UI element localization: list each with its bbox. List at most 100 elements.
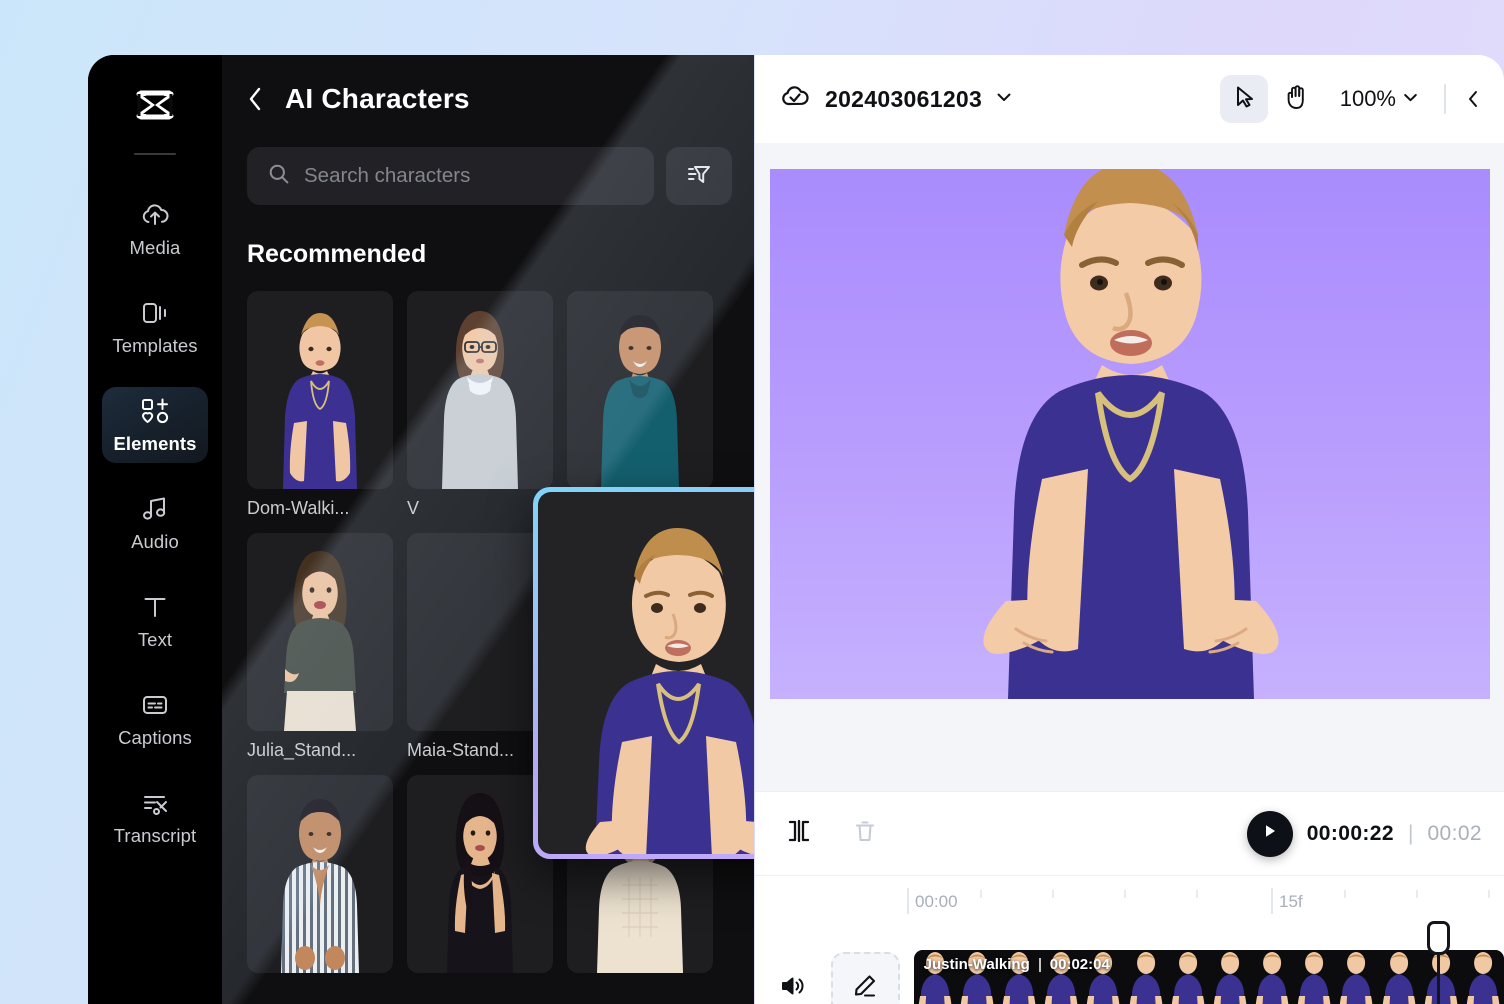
ruler-label: 00:00 [915,892,958,911]
speaker-icon [779,974,805,1003]
music-note-icon [140,494,170,524]
timeline-track-area: Justin-Walking 00:02:04 [755,921,1504,1004]
clip-duration: 00:02:04 [1049,956,1110,973]
chevron-left-icon[interactable] [247,86,263,112]
topbar-overflow-button[interactable] [1466,87,1480,111]
time-separator: | [1407,821,1414,845]
ruler-minor-tick [1416,890,1418,898]
character-thumbnail [247,291,393,489]
chevron-down-icon [1403,90,1418,108]
current-time: 00:00:22 [1306,821,1394,845]
transcript-icon [140,788,170,818]
character-card[interactable]: Maia-Stand... [407,533,553,761]
filmstrip-frame [1166,950,1209,1004]
search-row [244,147,732,205]
character-card[interactable] [407,775,553,982]
character-card[interactable] [567,291,713,519]
hand-tool-button[interactable] [1272,75,1320,123]
character-label: V [407,498,420,518]
editor-topbar: 202403061203 100% [755,55,1504,143]
cloud-upload-icon [140,200,170,230]
zoom-selector[interactable]: 100% [1340,86,1418,112]
sidebar-item-label: Transcript [113,824,197,846]
ruler-minor-tick [1196,890,1198,898]
templates-icon [140,298,170,328]
play-button[interactable] [1246,810,1293,857]
character-label: Maia-Stand... [407,740,515,760]
filter-button[interactable] [666,147,732,205]
sidebar-item-text[interactable]: Text [102,583,208,659]
preview-stage [755,143,1504,791]
playhead-handle[interactable] [1427,921,1450,955]
timeline-ruler[interactable]: 00:00 15f [755,875,1504,923]
cloud-check-icon [779,84,811,115]
rail-divider [134,153,176,155]
playback-controls: 00:00:22 | 00:02 [1246,810,1482,857]
filmstrip-frame [1124,950,1167,1004]
total-time: 00:02 [1427,821,1482,845]
sidebar-item-transcript[interactable]: Transcript [102,779,208,855]
hand-icon [1284,84,1308,115]
character-thumbnail [247,533,393,731]
chevron-down-icon[interactable] [996,90,1012,108]
select-tool-button[interactable] [1219,75,1268,123]
sidebar-item-templates[interactable]: Templates [102,289,208,365]
filmstrip-frame [1461,950,1504,1004]
sidebar-item-elements[interactable]: Elements [102,387,208,463]
trash-icon [853,818,877,849]
section-title: Recommended [247,240,427,268]
ruler-label: 15f [1279,892,1303,911]
panel-header: AI Characters [244,55,732,115]
project-selector[interactable]: 202403061203 [779,84,1012,115]
sidebar-item-audio[interactable]: Audio [102,485,208,561]
sidebar-item-media[interactable]: Media [102,191,208,267]
ruler-major-tick [1271,888,1273,914]
character-card[interactable]: V [407,291,553,519]
character-thumbnail [407,775,553,973]
timeline-playhead[interactable] [1427,921,1450,1004]
edit-clip-button[interactable] [830,952,900,1004]
selected-character-thumbnail [538,492,754,854]
character-thumbnail [407,291,553,489]
split-button[interactable] [777,812,821,856]
sidebar-item-label: Media [129,236,181,258]
topbar-tools: 100% [1219,75,1480,123]
ruler-minor-tick [980,890,982,898]
search-box[interactable] [247,147,654,205]
filmstrip-frame [1251,950,1294,1004]
timeline-toolbar: 00:00:22 | 00:02 [755,791,1504,875]
preview-canvas[interactable] [769,169,1490,699]
sidebar-item-captions[interactable]: Captions [102,681,208,757]
character-label: Julia_Stand... [247,740,357,760]
delete-button[interactable] [843,812,887,856]
filmstrip-frame [1419,950,1462,1004]
ruler-minor-tick [1052,890,1054,898]
sidebar-item-label: Audio [131,530,179,552]
sidebar-item-label: Templates [112,334,198,356]
ruler-minor-tick [1344,890,1346,898]
project-name: 202403061203 [825,85,983,112]
track-volume-button[interactable] [771,966,813,1004]
character-card[interactable]: Dom-Walki... [247,291,393,519]
ai-characters-panel: Media Templates Elements Audio Text Capt… [88,55,754,1004]
left-nav-rail: Media Templates Elements Audio Text Capt… [88,55,222,1004]
editor-area: 202403061203 100% 00:00:22 | 00:02 00:00… [755,55,1504,1004]
pencil-icon [851,972,879,1004]
character-card[interactable]: Julia_Stand... [247,533,393,761]
timeline-clip[interactable]: Justin-Walking 00:02:04 [913,950,1504,1004]
character-thumbnail [567,291,713,489]
search-input[interactable] [304,164,633,188]
split-icon [786,818,812,849]
filmstrip-frame [1377,950,1420,1004]
capcut-logo-icon[interactable] [131,86,179,131]
sidebar-item-label: Elements [113,432,197,454]
play-icon [1262,822,1278,845]
sidebar-item-label: Captions [118,726,192,748]
filmstrip-frame [1293,950,1336,1004]
ruler-minor-tick [1124,890,1126,898]
page-title: AI Characters [285,83,470,114]
character-card[interactable] [247,775,393,982]
clip-name: Justin-Walking [923,956,1030,973]
character-label: Dom-Walki... [247,498,350,518]
selected-character-card[interactable] [533,487,754,859]
